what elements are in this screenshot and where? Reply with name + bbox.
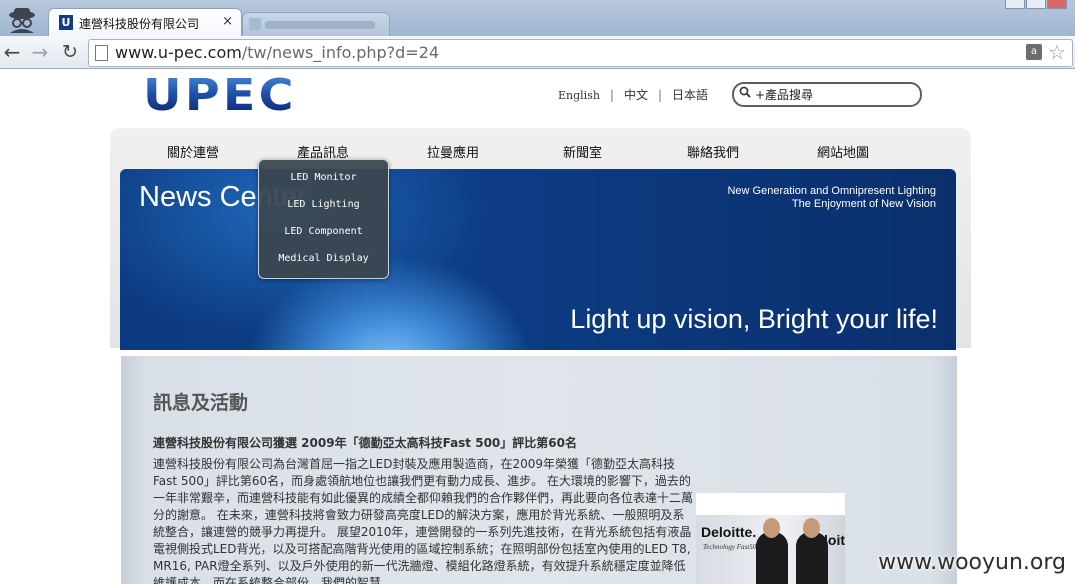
web-page: UPEC English | 中文 | 日本語 +產品搜尋 關於連營 產品訊息 拉曼應用… [0,69,1075,584]
blurred-favicon-icon [249,18,261,30]
dropdown-item-led-lighting[interactable]: LED Lighting [259,199,388,210]
upec-favicon-icon: U [59,15,73,30]
dropdown-item-led-component[interactable]: LED Component [259,226,388,237]
language-switcher: English | 中文 | 日本語 [558,86,708,103]
tab-close-icon[interactable]: × [222,14,233,29]
url-text[interactable]: www.u-pec.com/tw/news_info.php?d=24 [115,43,439,62]
window-controls [1005,0,1067,10]
nav-item-sitemap[interactable]: 網站地圖 [817,142,869,161]
award-photo: Deloitte. Technology Fast500 loitte [696,493,845,584]
minimize-button[interactable] [1005,0,1025,9]
article-body: 連營科技股份有限公司為台灣首屈一指之LED封裝及應用製造商，在2009年榮獲「德… [153,457,694,584]
maximize-button[interactable] [1026,0,1046,9]
lang-chinese-link[interactable]: 中文 [624,88,648,102]
address-bar[interactable]: www.u-pec.com/tw/news_info.php?d=24 a ☆ [88,39,1073,67]
section-heading: 訊息及活動 [153,392,249,414]
lang-english-link[interactable]: English [558,89,600,102]
banner-slogan: Light up vision, Bright your life! [570,304,938,334]
search-icon [739,86,751,98]
browser-toolbar: ← → ↻ www.u-pec.com/tw/news_info.php?d=2… [0,36,1075,69]
lang-japanese-link[interactable]: 日本語 [672,88,708,102]
upec-logo[interactable]: UPEC [143,74,296,118]
news-center-banner: News Center New Generation and Omniprese… [120,169,956,350]
blurred-tab-title [265,21,375,29]
lang-separator: | [609,88,614,102]
url-path: /tw/news_info.php?d=24 [241,43,440,62]
dropdown-item-led-monitor[interactable]: LED Monitor [259,172,388,183]
photo-person-head [763,518,780,538]
page-icon [95,45,108,61]
search-placeholder: +產品搜尋 [755,88,814,102]
incognito-icon [9,8,35,33]
product-search-input[interactable]: +產品搜尋 [732,82,922,107]
tab-active[interactable]: U 連營科技股份有限公司 × [48,8,242,37]
nav-item-contact[interactable]: 聯絡我們 [687,142,739,161]
dropdown-item-medical-display[interactable]: Medical Display [259,253,388,264]
forward-arrow-icon[interactable]: → [28,40,52,64]
browser-tab-strip: U 連營科技股份有限公司 × [0,0,1075,37]
tab-inactive[interactable] [242,12,390,37]
photo-person-head [803,518,820,538]
lang-separator: | [657,88,663,102]
photo-brand-text: Deloitte. [701,524,757,540]
nav-item-about[interactable]: 關於連營 [167,142,219,161]
photo-person [756,518,788,584]
translate-icon[interactable]: a [1026,44,1042,60]
banner-tagline-2: The Enjoyment of New Vision [791,198,936,210]
photo-person [796,518,828,584]
back-arrow-icon[interactable]: ← [0,40,24,64]
watermark-text: www.wooyun.org [878,550,1066,575]
close-window-button[interactable] [1047,0,1067,9]
nav-item-raman[interactable]: 拉曼應用 [427,142,479,161]
photo-subtitle-text: Technology Fast500 [703,543,760,551]
article-title: 連營科技股份有限公司獲選 2009年「德勤亞太高科技Fast 500」評比第60… [153,436,577,450]
bookmark-star-icon[interactable]: ☆ [1048,40,1066,64]
products-dropdown-menu: LED Monitor LED Lighting LED Component M… [258,159,389,279]
tab-title: 連營科技股份有限公司 [79,17,200,31]
banner-tagline-1: New Generation and Omnipresent Lighting [727,185,936,197]
url-host: www.u-pec.com [115,43,242,62]
nav-item-newsroom[interactable]: 新聞室 [563,142,602,161]
reload-icon[interactable]: ↻ [58,40,82,64]
